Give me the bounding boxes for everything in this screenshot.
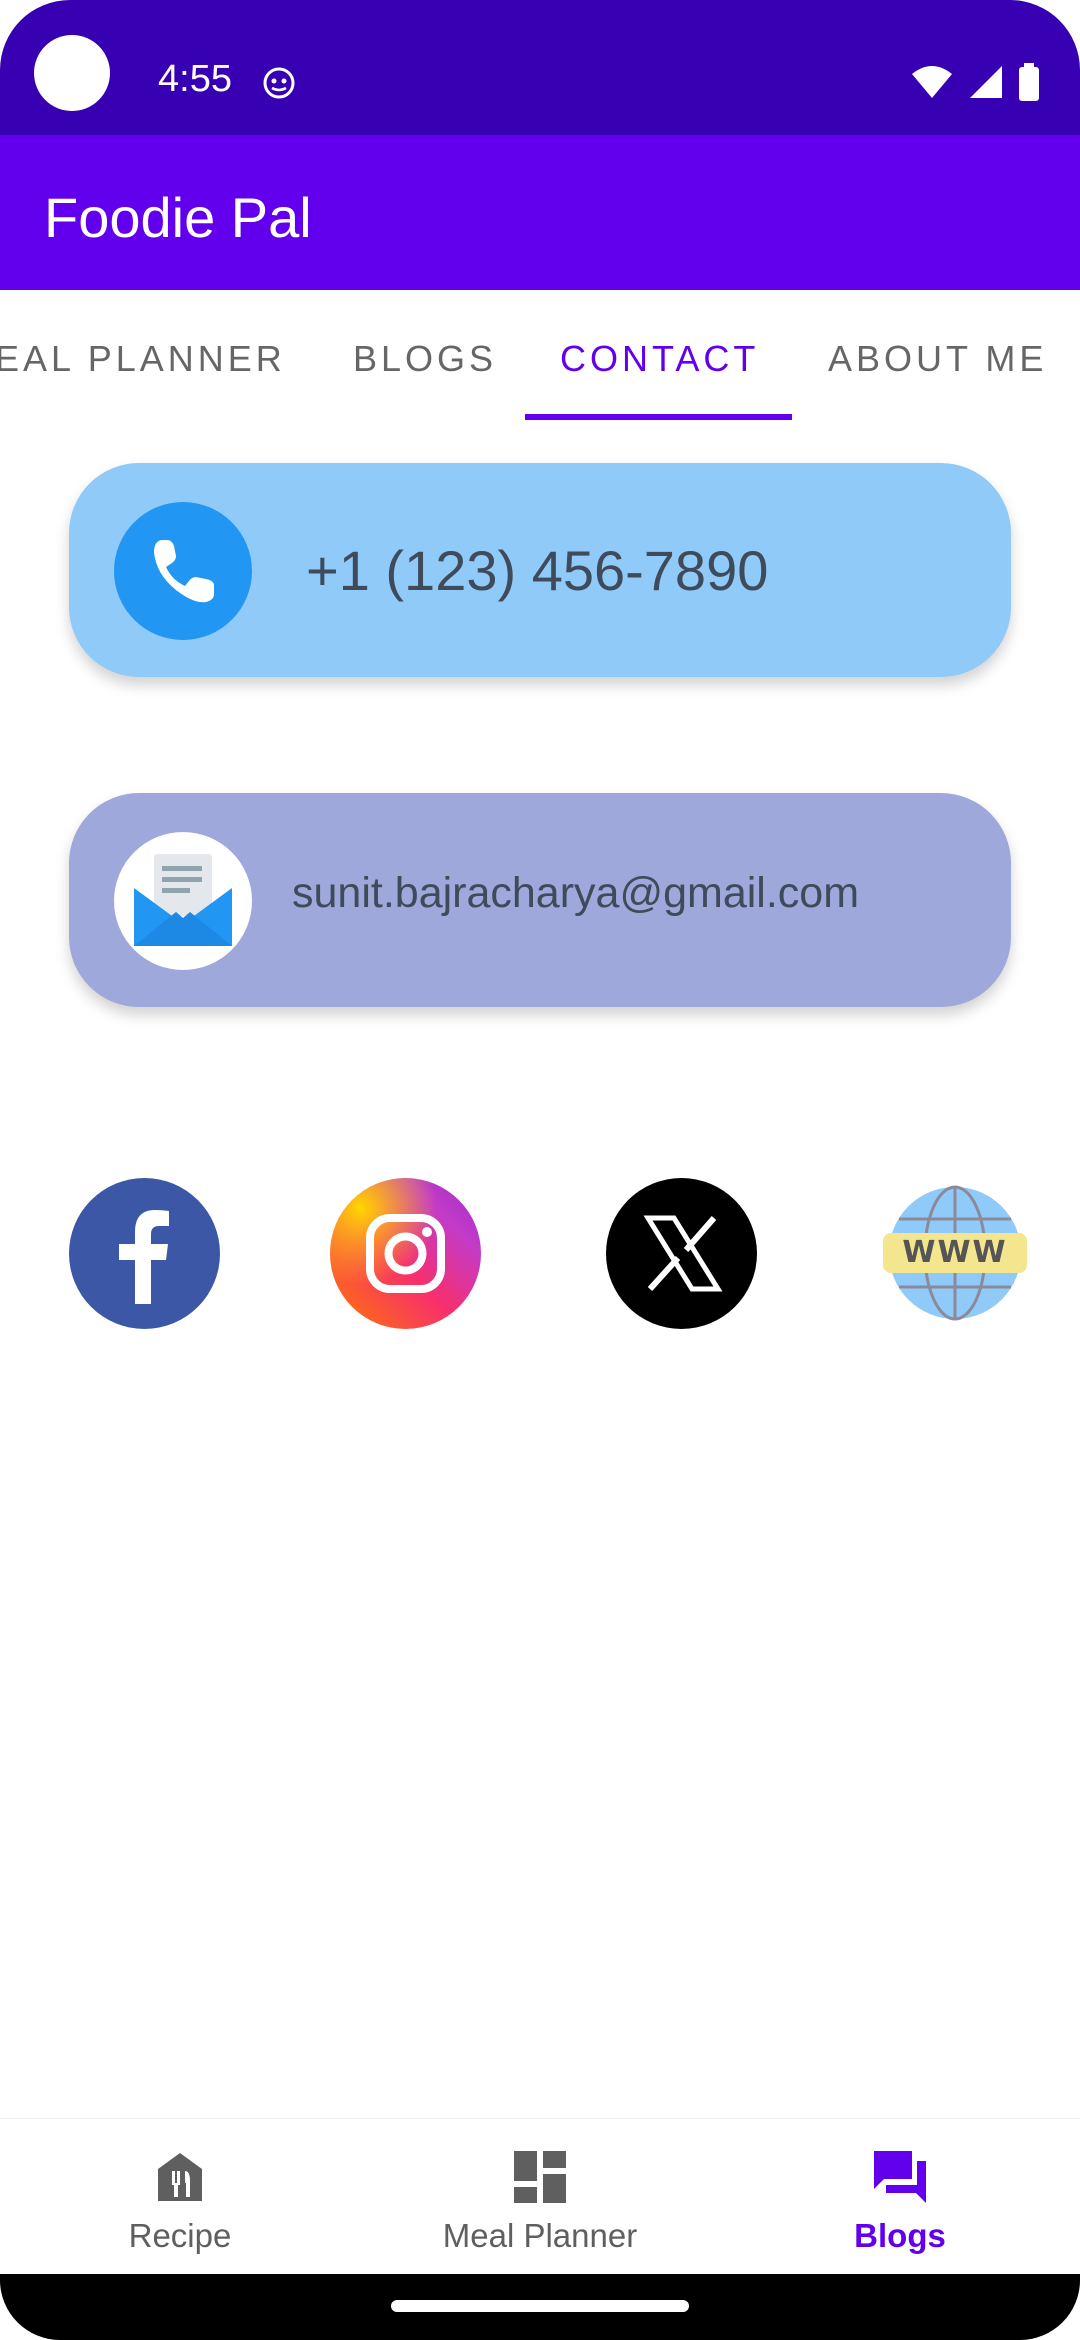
email-address: sunit.bajracharya@gmail.com <box>292 868 860 917</box>
phone-card[interactable]: +1 (123) 456-7890 <box>69 463 1011 677</box>
instagram-icon[interactable] <box>330 1178 481 1329</box>
status-bar: 4:55 <box>0 0 1080 135</box>
forum-icon <box>874 2151 926 2203</box>
phone-number: +1 (123) 456-7890 <box>306 538 769 602</box>
nav-item-recipe[interactable]: Recipe <box>0 2119 360 2275</box>
facebook-icon[interactable] <box>69 1178 220 1329</box>
tab-blogs[interactable]: BLOGS <box>353 338 497 380</box>
bottom-navigation: Recipe Meal Planner Blogs <box>0 2118 1080 2275</box>
tab-contact[interactable]: CONTACT <box>560 338 759 380</box>
email-card[interactable]: sunit.bajracharya@gmail.com <box>69 793 1011 1007</box>
battery-icon <box>1019 63 1039 101</box>
wifi-icon <box>912 66 952 98</box>
nav-label-meal-planner: Meal Planner <box>442 2217 638 2254</box>
phone-icon <box>114 502 252 640</box>
tab-meal-planner[interactable]: EAL PLANNER <box>0 338 286 380</box>
status-time: 4:55 <box>158 58 232 100</box>
tab-bar: EAL PLANNER BLOGS CONTACT ABOUT ME <box>0 290 1080 423</box>
status-icons <box>910 62 1040 102</box>
gesture-navigation-bar <box>0 2274 1080 2340</box>
app-title: Foodie Pal <box>44 186 312 249</box>
x-twitter-icon[interactable] <box>606 1178 757 1329</box>
website-label: WWW <box>902 1235 1008 1270</box>
tab-indicator <box>525 414 792 420</box>
dashboard-icon <box>514 2151 566 2203</box>
app-bar: Foodie Pal <box>0 135 1080 290</box>
nav-item-meal-planner[interactable]: Meal Planner <box>360 2119 720 2275</box>
tab-about-me[interactable]: ABOUT ME <box>828 338 1047 380</box>
email-icon <box>114 832 252 970</box>
signal-icon <box>970 66 1002 98</box>
nav-label-blogs: Blogs <box>854 2217 946 2254</box>
home-gesture-handle[interactable] <box>391 2300 689 2312</box>
nav-label-recipe: Recipe <box>128 2217 232 2254</box>
nav-item-blogs[interactable]: Blogs <box>720 2119 1080 2275</box>
camera-cutout <box>34 35 110 111</box>
restaurant-icon <box>158 2153 202 2201</box>
debug-notification-icon <box>263 67 295 99</box>
website-icon[interactable]: WWW <box>881 1183 1029 1323</box>
